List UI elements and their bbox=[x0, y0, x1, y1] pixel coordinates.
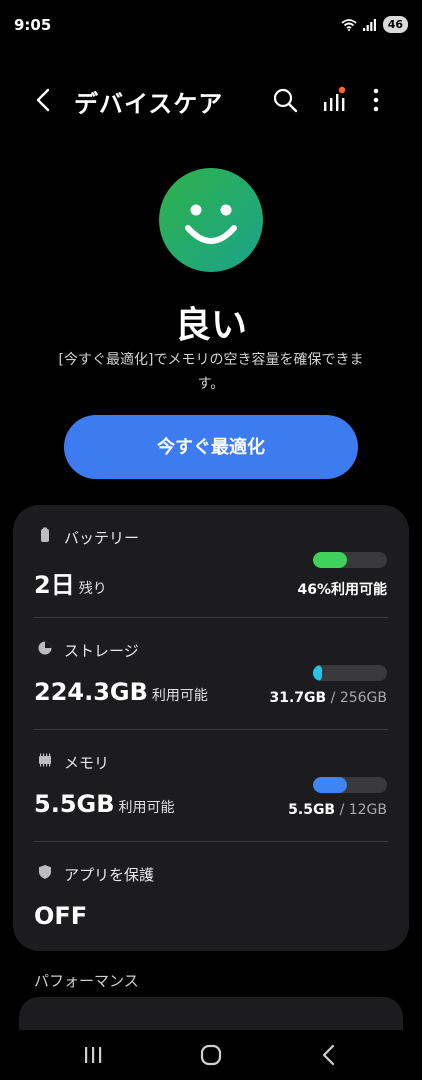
status-face-icon bbox=[159, 168, 263, 272]
storage-suffix: 利用可能 bbox=[151, 688, 208, 704]
storage-caption: 31.7GB / 256GB bbox=[269, 690, 387, 706]
battery-bar bbox=[313, 552, 387, 568]
device-status: 良い bbox=[174, 305, 247, 346]
optimize-now-button[interactable]: 今すぐ最適化 bbox=[64, 415, 358, 479]
memory-bar bbox=[313, 777, 387, 793]
performance-heading: パフォーマンス bbox=[34, 972, 139, 990]
battery-label: バッテリー bbox=[64, 529, 140, 547]
storage-section[interactable]: ストレージ 224.3GB 利用可能 31.7GB / 256GB bbox=[13, 618, 409, 729]
memory-used: 5.5GB bbox=[288, 802, 336, 818]
app-header: デバイスケア bbox=[0, 78, 422, 122]
battery-caption: 46%利用可能 bbox=[297, 582, 387, 598]
storage-label: ストレージ bbox=[64, 642, 139, 660]
status-time: 9:05 bbox=[14, 16, 52, 34]
memory-label: メモリ bbox=[64, 754, 110, 772]
pie-chart-icon bbox=[38, 641, 52, 655]
storage-bar bbox=[313, 665, 387, 681]
status-bar: 9:05 46 bbox=[0, 0, 422, 52]
device-status-card: バッテリー 2日 残り 46%利用可能 ストレージ 224.3GB 利用可能 31.… bbox=[13, 505, 409, 951]
storage-available: 224.3GB bbox=[34, 678, 148, 706]
battery-bar-fill bbox=[313, 552, 348, 568]
signal-icon bbox=[362, 18, 376, 31]
recents-icon[interactable] bbox=[78, 1040, 108, 1070]
notification-dot bbox=[338, 86, 346, 94]
status-description: [今すぐ最適化]でメモリの空き容量を確保できます。 bbox=[58, 352, 364, 392]
memory-total: / 12GB bbox=[339, 802, 387, 818]
more-icon[interactable] bbox=[362, 86, 390, 114]
battery-icon: 46 bbox=[382, 16, 408, 33]
memory-chip-icon bbox=[39, 753, 51, 767]
shield-icon bbox=[39, 865, 51, 879]
app-protection-section[interactable]: アプリを保護 OFF bbox=[13, 842, 409, 951]
navigation-bar bbox=[0, 1030, 422, 1080]
memory-suffix: 利用可能 bbox=[118, 800, 175, 816]
memory-bar-fill bbox=[313, 777, 348, 793]
app-protection-label: アプリを保護 bbox=[64, 866, 155, 884]
app-protection-value: OFF bbox=[34, 902, 88, 930]
storage-bar-fill bbox=[313, 665, 322, 681]
storage-total: / 256GB bbox=[330, 690, 387, 706]
battery-value: 2日 残り bbox=[34, 565, 107, 600]
page-title: デバイスケア bbox=[74, 90, 224, 118]
memory-section[interactable]: メモリ 5.5GB 利用可能 5.5GB / 12GB bbox=[13, 730, 409, 841]
battery-remaining: 2日 bbox=[34, 571, 75, 599]
diagnostics-icon[interactable] bbox=[320, 86, 348, 114]
status-icons: 46 bbox=[341, 16, 408, 33]
wifi-icon bbox=[341, 18, 357, 31]
storage-used: 31.7GB bbox=[269, 690, 327, 706]
home-icon[interactable] bbox=[196, 1040, 226, 1070]
memory-available: 5.5GB bbox=[34, 790, 115, 818]
battery-section[interactable]: バッテリー 2日 残り 46%利用可能 bbox=[13, 505, 409, 617]
battery-suffix: 残り bbox=[78, 581, 107, 597]
memory-caption: 5.5GB / 12GB bbox=[288, 802, 387, 818]
search-icon[interactable] bbox=[271, 86, 299, 114]
storage-value: 224.3GB 利用可能 bbox=[34, 678, 208, 706]
back-nav-icon[interactable] bbox=[314, 1040, 344, 1070]
back-icon[interactable] bbox=[30, 86, 56, 114]
battery-icon bbox=[41, 527, 49, 542]
memory-value: 5.5GB 利用可能 bbox=[34, 790, 175, 818]
